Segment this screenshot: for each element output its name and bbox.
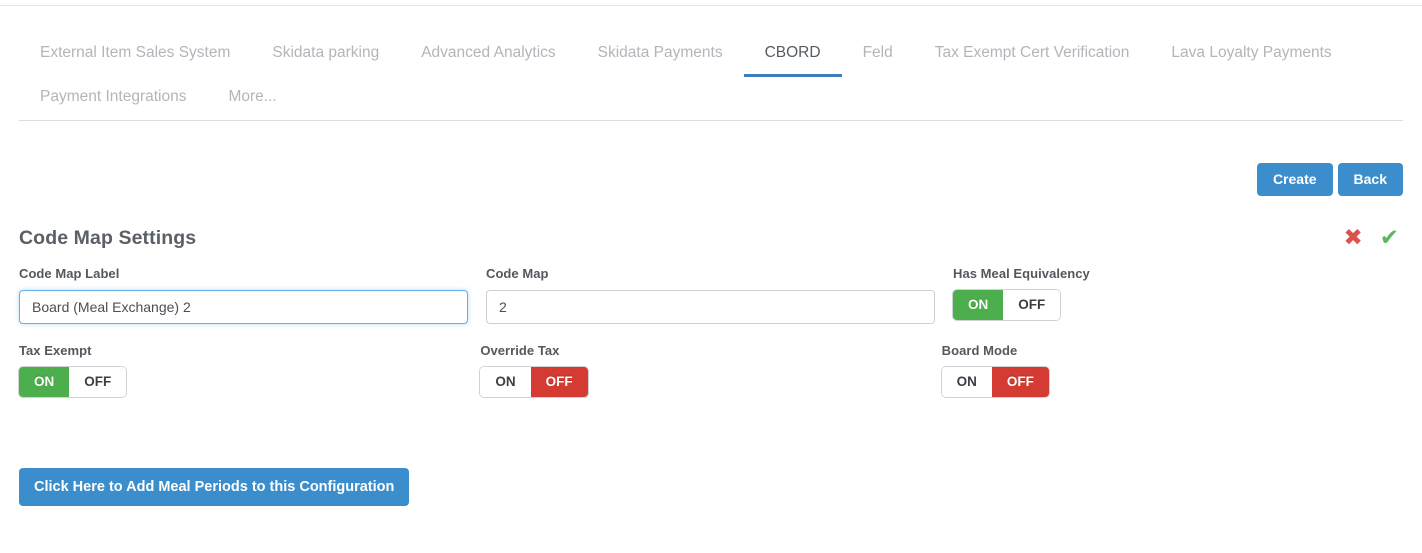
form-row-2: Tax Exempt ON OFF Override Tax ON OFF Bo… <box>19 343 1403 397</box>
tax-exempt-toggle[interactable]: ON OFF <box>19 367 126 397</box>
has-meal-equivalency-off-option[interactable]: OFF <box>1003 290 1060 320</box>
tab-external-item-sales-system[interactable]: External Item Sales System <box>19 32 251 77</box>
board-mode-label: Board Mode <box>942 343 1385 358</box>
back-button[interactable]: Back <box>1338 163 1403 196</box>
has-meal-equivalency-on-option[interactable]: ON <box>953 290 1003 320</box>
field-code-map-label: Code Map Label <box>19 266 486 324</box>
tab-item: Lava Loyalty Payments <box>1150 32 1352 76</box>
create-button[interactable]: Create <box>1257 163 1333 196</box>
override-tax-label: Override Tax <box>480 343 923 358</box>
tab-skidata-payments[interactable]: Skidata Payments <box>577 32 744 77</box>
tab-payment-integrations[interactable]: Payment Integrations <box>19 76 207 121</box>
tab-item: Feld <box>842 32 914 76</box>
section-header: Code Map Settings ✖ ✔ <box>19 211 1403 266</box>
tab-item: Skidata Payments <box>577 32 744 76</box>
field-has-meal-equivalency: Has Meal Equivalency ON OFF <box>953 266 1403 324</box>
field-tax-exempt: Tax Exempt ON OFF <box>19 343 480 397</box>
tab-skidata-parking[interactable]: Skidata parking <box>251 32 400 77</box>
code-map-label-label: Code Map Label <box>19 266 468 281</box>
tax-exempt-off-option[interactable]: OFF <box>69 367 126 397</box>
cancel-x-icon[interactable]: ✖ <box>1343 227 1362 250</box>
add-meal-periods-wrap: Click Here to Add Meal Periods to this C… <box>19 468 409 506</box>
field-override-tax: Override Tax ON OFF <box>480 343 941 397</box>
override-tax-off-option[interactable]: OFF <box>531 367 588 397</box>
override-tax-toggle[interactable]: ON OFF <box>480 367 587 397</box>
tab-tax-exempt-cert-verification[interactable]: Tax Exempt Cert Verification <box>914 32 1151 77</box>
code-map-input[interactable] <box>486 290 935 324</box>
page-title: Code Map Settings <box>19 227 196 250</box>
tab-cbord[interactable]: CBORD <box>744 32 842 77</box>
code-map-settings-form: Code Map Label Code Map Has Meal Equival… <box>19 266 1403 416</box>
tax-exempt-on-option[interactable]: ON <box>19 367 69 397</box>
tab-item: More... <box>207 76 297 120</box>
board-mode-on-option[interactable]: ON <box>942 367 992 397</box>
tab-more[interactable]: More... <box>207 76 297 121</box>
top-divider <box>0 5 1422 6</box>
board-mode-off-option[interactable]: OFF <box>992 367 1049 397</box>
integration-tab-bar: External Item Sales System Skidata parki… <box>19 32 1403 121</box>
code-map-label: Code Map <box>486 266 935 281</box>
tab-list: External Item Sales System Skidata parki… <box>19 32 1403 120</box>
section-action-icons: ✖ ✔ <box>1343 227 1403 250</box>
tax-exempt-label: Tax Exempt <box>19 343 462 358</box>
override-tax-on-option[interactable]: ON <box>480 367 530 397</box>
top-action-buttons: Create Back <box>1257 163 1403 196</box>
field-code-map: Code Map <box>486 266 953 324</box>
add-meal-periods-button[interactable]: Click Here to Add Meal Periods to this C… <box>19 468 409 506</box>
code-map-label-input[interactable] <box>19 290 468 324</box>
tab-item: External Item Sales System <box>19 32 251 76</box>
tab-lava-loyalty-payments[interactable]: Lava Loyalty Payments <box>1150 32 1352 77</box>
tab-feld[interactable]: Feld <box>842 32 914 77</box>
tab-item: Skidata parking <box>251 32 400 76</box>
tab-item: Tax Exempt Cert Verification <box>914 32 1151 76</box>
board-mode-toggle[interactable]: ON OFF <box>942 367 1049 397</box>
has-meal-equivalency-toggle[interactable]: ON OFF <box>953 290 1060 320</box>
tab-advanced-analytics[interactable]: Advanced Analytics <box>400 32 576 77</box>
has-meal-equivalency-label: Has Meal Equivalency <box>953 266 1385 281</box>
field-board-mode: Board Mode ON OFF <box>942 343 1403 397</box>
confirm-check-icon[interactable]: ✔ <box>1380 227 1399 250</box>
form-row-1: Code Map Label Code Map Has Meal Equival… <box>19 266 1403 324</box>
tab-item: Payment Integrations <box>19 76 207 120</box>
tab-item: Advanced Analytics <box>400 32 576 76</box>
tab-item: CBORD <box>744 32 842 76</box>
